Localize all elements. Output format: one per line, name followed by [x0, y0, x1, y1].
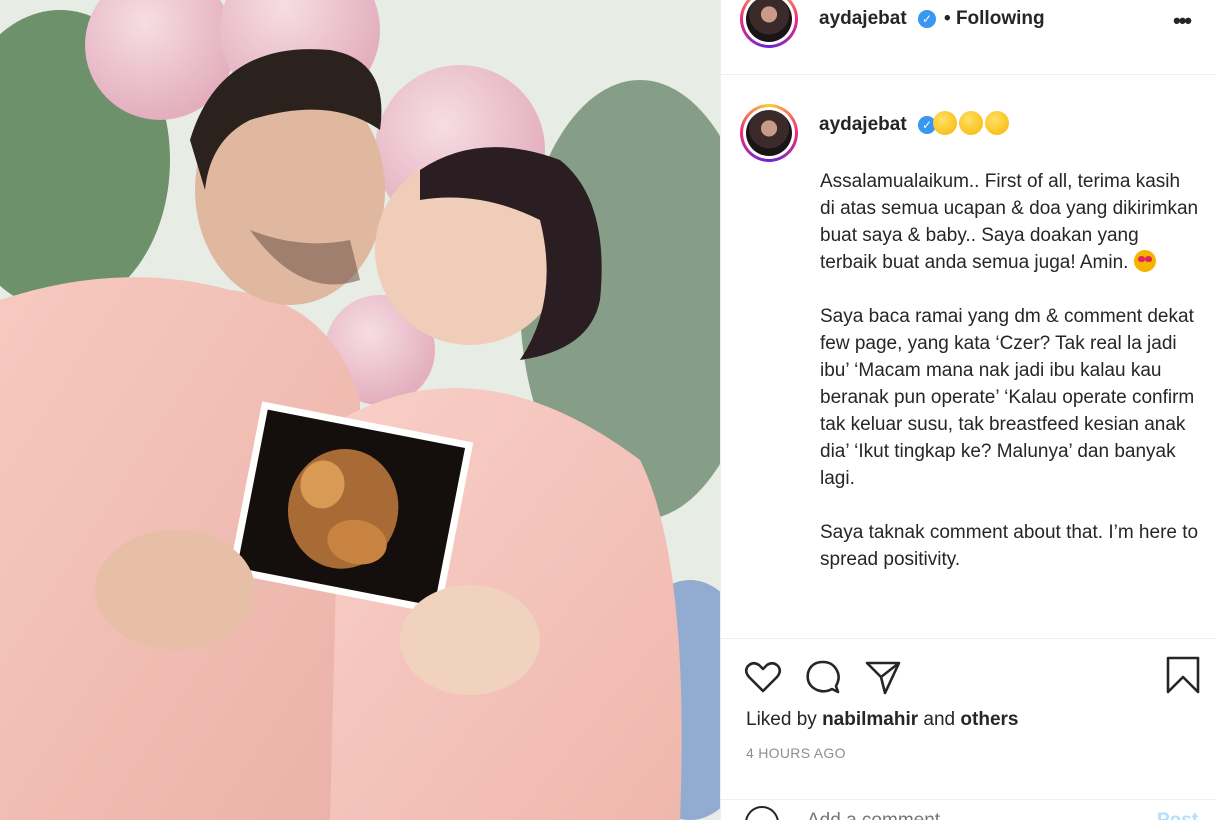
paper-plane-icon[interactable] [863, 657, 903, 697]
more-options-icon[interactable]: ••• [1173, 8, 1192, 34]
hug-emoji-icon [933, 111, 957, 135]
liked-by-prefix: Liked by [746, 709, 817, 730]
following-label: Following [955, 8, 1045, 29]
caption-text: Assalamualaikum.. First of all, terima k… [820, 168, 1200, 600]
post-timestamp[interactable]: 4 HOURS AGO [746, 745, 846, 761]
hug-emoji-icon [959, 111, 983, 135]
post-photo[interactable] [0, 0, 720, 820]
caption-author-username[interactable]: aydajebat [819, 114, 907, 136]
bookmark-icon[interactable] [1163, 655, 1203, 695]
hug-emoji-icon [985, 111, 1009, 135]
caption-paragraph-2: Saya baca ramai yang dm & comment dekat … [820, 306, 1195, 489]
separator-dot: • [944, 8, 951, 29]
add-comment-bar: Post [721, 799, 1216, 820]
comment-icon[interactable] [803, 657, 843, 697]
post-side-panel: aydajebat ✓ • Following ••• aydajebat ✓ … [720, 0, 1216, 820]
heart-eyes-emoji-icon [1133, 250, 1156, 272]
post-header: aydajebat ✓ • Following ••• [721, 0, 1216, 75]
caption-author-avatar[interactable] [740, 104, 798, 162]
following-button[interactable]: • Following [944, 8, 1045, 30]
heart-icon[interactable] [743, 657, 783, 697]
comment-input[interactable] [807, 810, 1127, 820]
caption-paragraph-3: Saya taknak comment about that. I’m here… [820, 522, 1199, 570]
hug-emoji-icons [933, 111, 1011, 135]
post-comment-button[interactable]: Post [1157, 810, 1198, 820]
author-username[interactable]: aydajebat [819, 8, 907, 30]
likes-others-link[interactable]: others [960, 709, 1018, 730]
liked-by-joiner: and [923, 709, 956, 730]
author-avatar[interactable] [740, 0, 798, 48]
liker-username[interactable]: nabilmahir [822, 709, 918, 730]
post-actions: Liked by nabilmahir and others 4 HOURS A… [721, 638, 1216, 820]
emoji-icon[interactable] [745, 806, 779, 820]
likes-summary: Liked by nabilmahir and others [746, 709, 1018, 731]
verified-badge-icon: ✓ [918, 10, 936, 28]
comments-section[interactable]: aydajebat ✓ Assalamualaikum.. First of a… [721, 76, 1216, 638]
photo-illustration [0, 0, 720, 820]
